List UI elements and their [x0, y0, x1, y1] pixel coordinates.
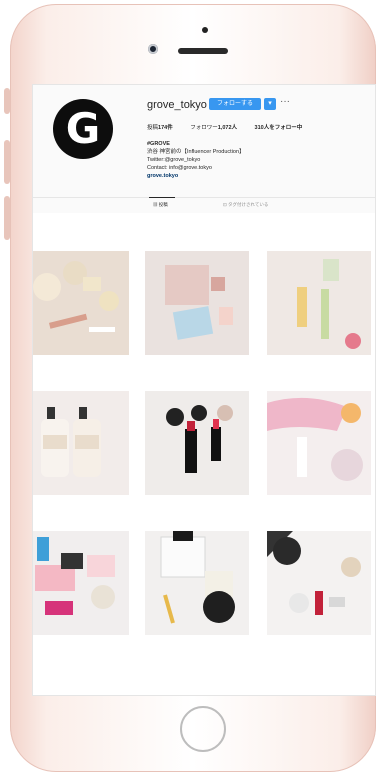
- more-options-icon[interactable]: ···: [280, 96, 290, 107]
- mute-switch: [4, 88, 10, 114]
- followers-count[interactable]: フォロワー1,072人: [190, 125, 237, 131]
- bio-line: Contact: info@grove.tokyo: [147, 165, 212, 171]
- following-count[interactable]: 310人をフォロー中: [255, 125, 303, 131]
- bio-website-link[interactable]: grove.tokyo: [147, 172, 245, 180]
- profile-bio: #GROVE 渋谷 神宮前の【Influencer Production】 Tw…: [147, 140, 245, 180]
- username: grove_tokyo: [147, 99, 207, 111]
- photo-eyeshadow-palette[interactable]: [145, 251, 249, 355]
- bio-line: Twitter:@grove_tokyo: [147, 157, 201, 163]
- photo-serum-bottles[interactable]: [267, 251, 371, 355]
- phone-screen: G grove_tokyo フォローする ▾ ··· 投稿174件 フォロワー1…: [32, 84, 376, 696]
- avatar-logo-letter: G: [65, 104, 101, 153]
- photo-cushion-compacts[interactable]: [33, 251, 129, 355]
- earpiece-speaker: [178, 48, 228, 54]
- proximity-sensor: [202, 27, 208, 33]
- suggested-accounts-button[interactable]: ▾: [264, 98, 276, 110]
- home-button[interactable]: [180, 706, 226, 752]
- photo-chanel-lipsticks[interactable]: [145, 391, 249, 495]
- photo-makeup-pieces[interactable]: [267, 531, 371, 635]
- profile-stats: 投稿174件 フォロワー1,072人 310人をフォロー中: [147, 123, 318, 131]
- photo-hair-care-bottles[interactable]: [33, 391, 129, 495]
- profile-header: G grove_tokyo フォローする ▾ ··· 投稿174件 フォロワー1…: [33, 85, 375, 213]
- photo-highlighter-palettes[interactable]: [33, 531, 129, 635]
- tab-tagged[interactable]: ⊡ タグ付けされている: [223, 202, 268, 208]
- posts-count: 投稿174件: [147, 125, 173, 131]
- follow-button[interactable]: フォローする: [209, 98, 261, 110]
- photo-pink-pouch-perfume[interactable]: [267, 391, 371, 495]
- bio-title: #GROVE: [147, 141, 170, 147]
- avatar[interactable]: G: [53, 99, 113, 159]
- front-camera: [148, 44, 158, 54]
- profile-tabs: ▦ 投稿 ⊡ タグ付けされている: [33, 197, 375, 212]
- volume-up-button: [4, 140, 10, 184]
- photo-jo-malone-candles[interactable]: [145, 531, 249, 635]
- bio-line: 渋谷 神宮前の【Influencer Production】: [147, 149, 245, 155]
- volume-down-button: [4, 196, 10, 240]
- tab-posts[interactable]: ▦ 投稿: [149, 197, 175, 208]
